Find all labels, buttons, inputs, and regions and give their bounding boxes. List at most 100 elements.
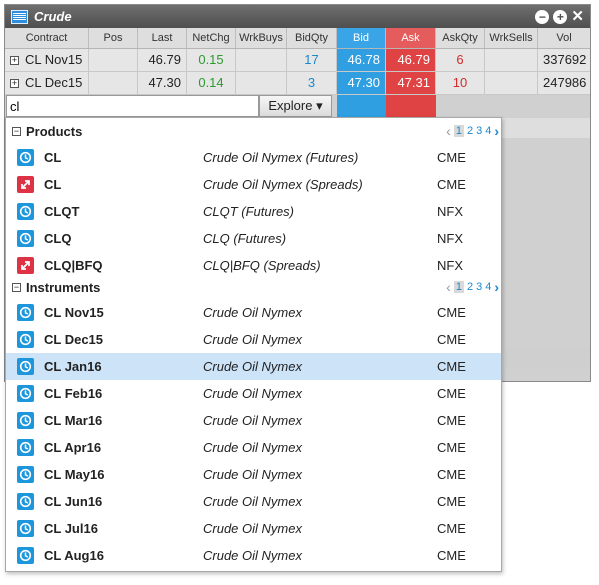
bid-cell[interactable]: 47.30: [337, 72, 386, 94]
pos-cell[interactable]: [89, 72, 138, 94]
close-icon[interactable]: ✕: [571, 9, 584, 24]
window-title: Crude: [34, 9, 72, 24]
page-link[interactable]: 3: [476, 281, 482, 293]
instrument-item[interactable]: CL Aug16 Crude Oil Nymex CME: [6, 542, 501, 569]
instrument-item[interactable]: CL Dec15 Crude Oil Nymex CME: [6, 326, 501, 353]
item-exchange: NFX: [437, 204, 463, 219]
item-name: CL Jun16: [44, 494, 103, 509]
wrkbuys-cell[interactable]: [236, 72, 287, 94]
contract-name: CL Nov15: [25, 52, 83, 67]
collapse-icon[interactable]: −: [12, 126, 21, 136]
item-name: CL Apr16: [44, 440, 102, 455]
window-titlebar[interactable]: Crude − + ✕: [5, 5, 590, 28]
add-icon[interactable]: +: [553, 9, 568, 24]
instrument-item[interactable]: CL Mar16 Crude Oil Nymex CME: [6, 407, 501, 434]
page-link[interactable]: 2: [467, 125, 473, 137]
collapse-icon[interactable]: −: [12, 282, 21, 292]
chevron-left-icon[interactable]: ‹: [446, 123, 451, 139]
ask-column-fill: [386, 95, 436, 118]
col-bidqty[interactable]: BidQty: [287, 28, 337, 48]
bid-column-fill: [337, 95, 386, 118]
item-exchange: CME: [437, 332, 466, 347]
product-item[interactable]: CL Crude Oil Nymex (Futures) CME: [6, 144, 501, 171]
chevron-left-icon[interactable]: ‹: [446, 279, 451, 295]
products-section-header[interactable]: − Products ‹ 1 2 3 4 ›: [6, 118, 501, 144]
item-name: CLQT: [44, 204, 80, 219]
item-exchange: NFX: [437, 258, 463, 273]
last-cell: 46.79: [138, 49, 187, 71]
item-desc: Crude Oil Nymex: [203, 440, 302, 455]
instrument-item[interactable]: CL Jun16 Crude Oil Nymex CME: [6, 488, 501, 515]
instruments-pager: ‹ 1 2 3 4 ›: [446, 279, 499, 295]
instrument-item[interactable]: CL May16 Crude Oil Nymex CME: [6, 461, 501, 488]
page-link[interactable]: 2: [467, 281, 473, 293]
col-wrksells[interactable]: WrkSells: [485, 28, 538, 48]
grid-icon: [11, 9, 28, 24]
wrkbuys-cell[interactable]: [236, 49, 287, 71]
col-pos[interactable]: Pos: [89, 28, 138, 48]
table-row[interactable]: + CL Nov15 46.79 0.15 17 46.78 46.79 6 33…: [5, 49, 590, 72]
product-item[interactable]: CLQ CLQ (Futures) NFX: [6, 225, 501, 252]
instrument-item[interactable]: CL Nov15 Crude Oil Nymex CME: [6, 299, 501, 326]
askqty-cell[interactable]: 10: [436, 72, 485, 94]
product-item[interactable]: CLQT CLQT (Futures) NFX: [6, 198, 501, 225]
product-item[interactable]: CL Crude Oil Nymex (Spreads) CME: [6, 171, 501, 198]
instrument-item-selected[interactable]: CL Jan16 Crude Oil Nymex CME: [6, 353, 501, 380]
ask-cell[interactable]: 46.79: [386, 49, 436, 71]
chevron-right-icon[interactable]: ›: [494, 279, 499, 295]
col-askqty[interactable]: AskQty: [436, 28, 485, 48]
vol-cell: 337692: [543, 52, 587, 67]
pos-cell[interactable]: [89, 49, 138, 71]
futures-icon: [17, 385, 34, 402]
minimize-icon[interactable]: −: [535, 9, 550, 24]
bidqty-cell[interactable]: 17: [287, 49, 337, 71]
products-pager: ‹ 1 2 3 4 ›: [446, 123, 499, 139]
explore-button[interactable]: Explore ▾: [259, 95, 332, 117]
expand-icon[interactable]: +: [10, 56, 19, 66]
search-input[interactable]: [6, 95, 259, 117]
col-bid[interactable]: Bid: [337, 28, 386, 48]
section-title: Instruments: [26, 279, 101, 295]
item-name: CL Jul16: [44, 521, 98, 536]
page-link[interactable]: 4: [485, 125, 491, 137]
col-contract[interactable]: Contract: [5, 28, 89, 48]
wrksells-cell[interactable]: [485, 49, 538, 71]
item-desc: CLQ|BFQ (Spreads): [203, 258, 321, 273]
expand-icon[interactable]: +: [10, 79, 19, 89]
wrksells-cell[interactable]: [485, 72, 538, 94]
col-ask[interactable]: Ask: [386, 28, 436, 48]
item-desc: Crude Oil Nymex: [203, 467, 302, 482]
item-desc: Crude Oil Nymex: [203, 413, 302, 428]
bidqty-cell[interactable]: 3: [287, 72, 337, 94]
col-vol[interactable]: Vol: [538, 28, 590, 48]
instruments-section-header[interactable]: − Instruments ‹ 1 2 3 4 ›: [6, 274, 501, 300]
item-desc: Crude Oil Nymex: [203, 359, 302, 374]
item-exchange: CME: [437, 494, 466, 509]
instrument-item[interactable]: CL Feb16 Crude Oil Nymex CME: [6, 380, 501, 407]
vol-cell: 247986: [543, 75, 587, 90]
bid-cell[interactable]: 46.78: [337, 49, 386, 71]
ask-cell[interactable]: 47.31: [386, 72, 436, 94]
spread-icon: [17, 257, 34, 274]
futures-icon: [17, 493, 34, 510]
col-last[interactable]: Last: [138, 28, 187, 48]
futures-icon: [17, 304, 34, 321]
futures-icon: [17, 358, 34, 375]
page-link[interactable]: 3: [476, 125, 482, 137]
page-link[interactable]: 1: [453, 281, 464, 293]
spread-icon: [17, 176, 34, 193]
item-name: CL Feb16: [44, 386, 103, 401]
col-netchg[interactable]: NetChg: [187, 28, 236, 48]
page-link[interactable]: 1: [453, 125, 464, 137]
instrument-item[interactable]: CL Apr16 Crude Oil Nymex CME: [6, 434, 501, 461]
table-row[interactable]: + CL Dec15 47.30 0.14 3 47.30 47.31 10 24…: [5, 72, 590, 95]
page-link[interactable]: 4: [485, 281, 491, 293]
item-name: CL Mar16: [44, 413, 103, 428]
chevron-right-icon[interactable]: ›: [494, 123, 499, 139]
futures-icon: [17, 412, 34, 429]
askqty-cell[interactable]: 6: [436, 49, 485, 71]
item-name: CL May16: [44, 467, 105, 482]
col-wrkbuys[interactable]: WrkBuys: [236, 28, 287, 48]
item-exchange: CME: [437, 521, 466, 536]
instrument-item[interactable]: CL Jul16 Crude Oil Nymex CME: [6, 515, 501, 542]
